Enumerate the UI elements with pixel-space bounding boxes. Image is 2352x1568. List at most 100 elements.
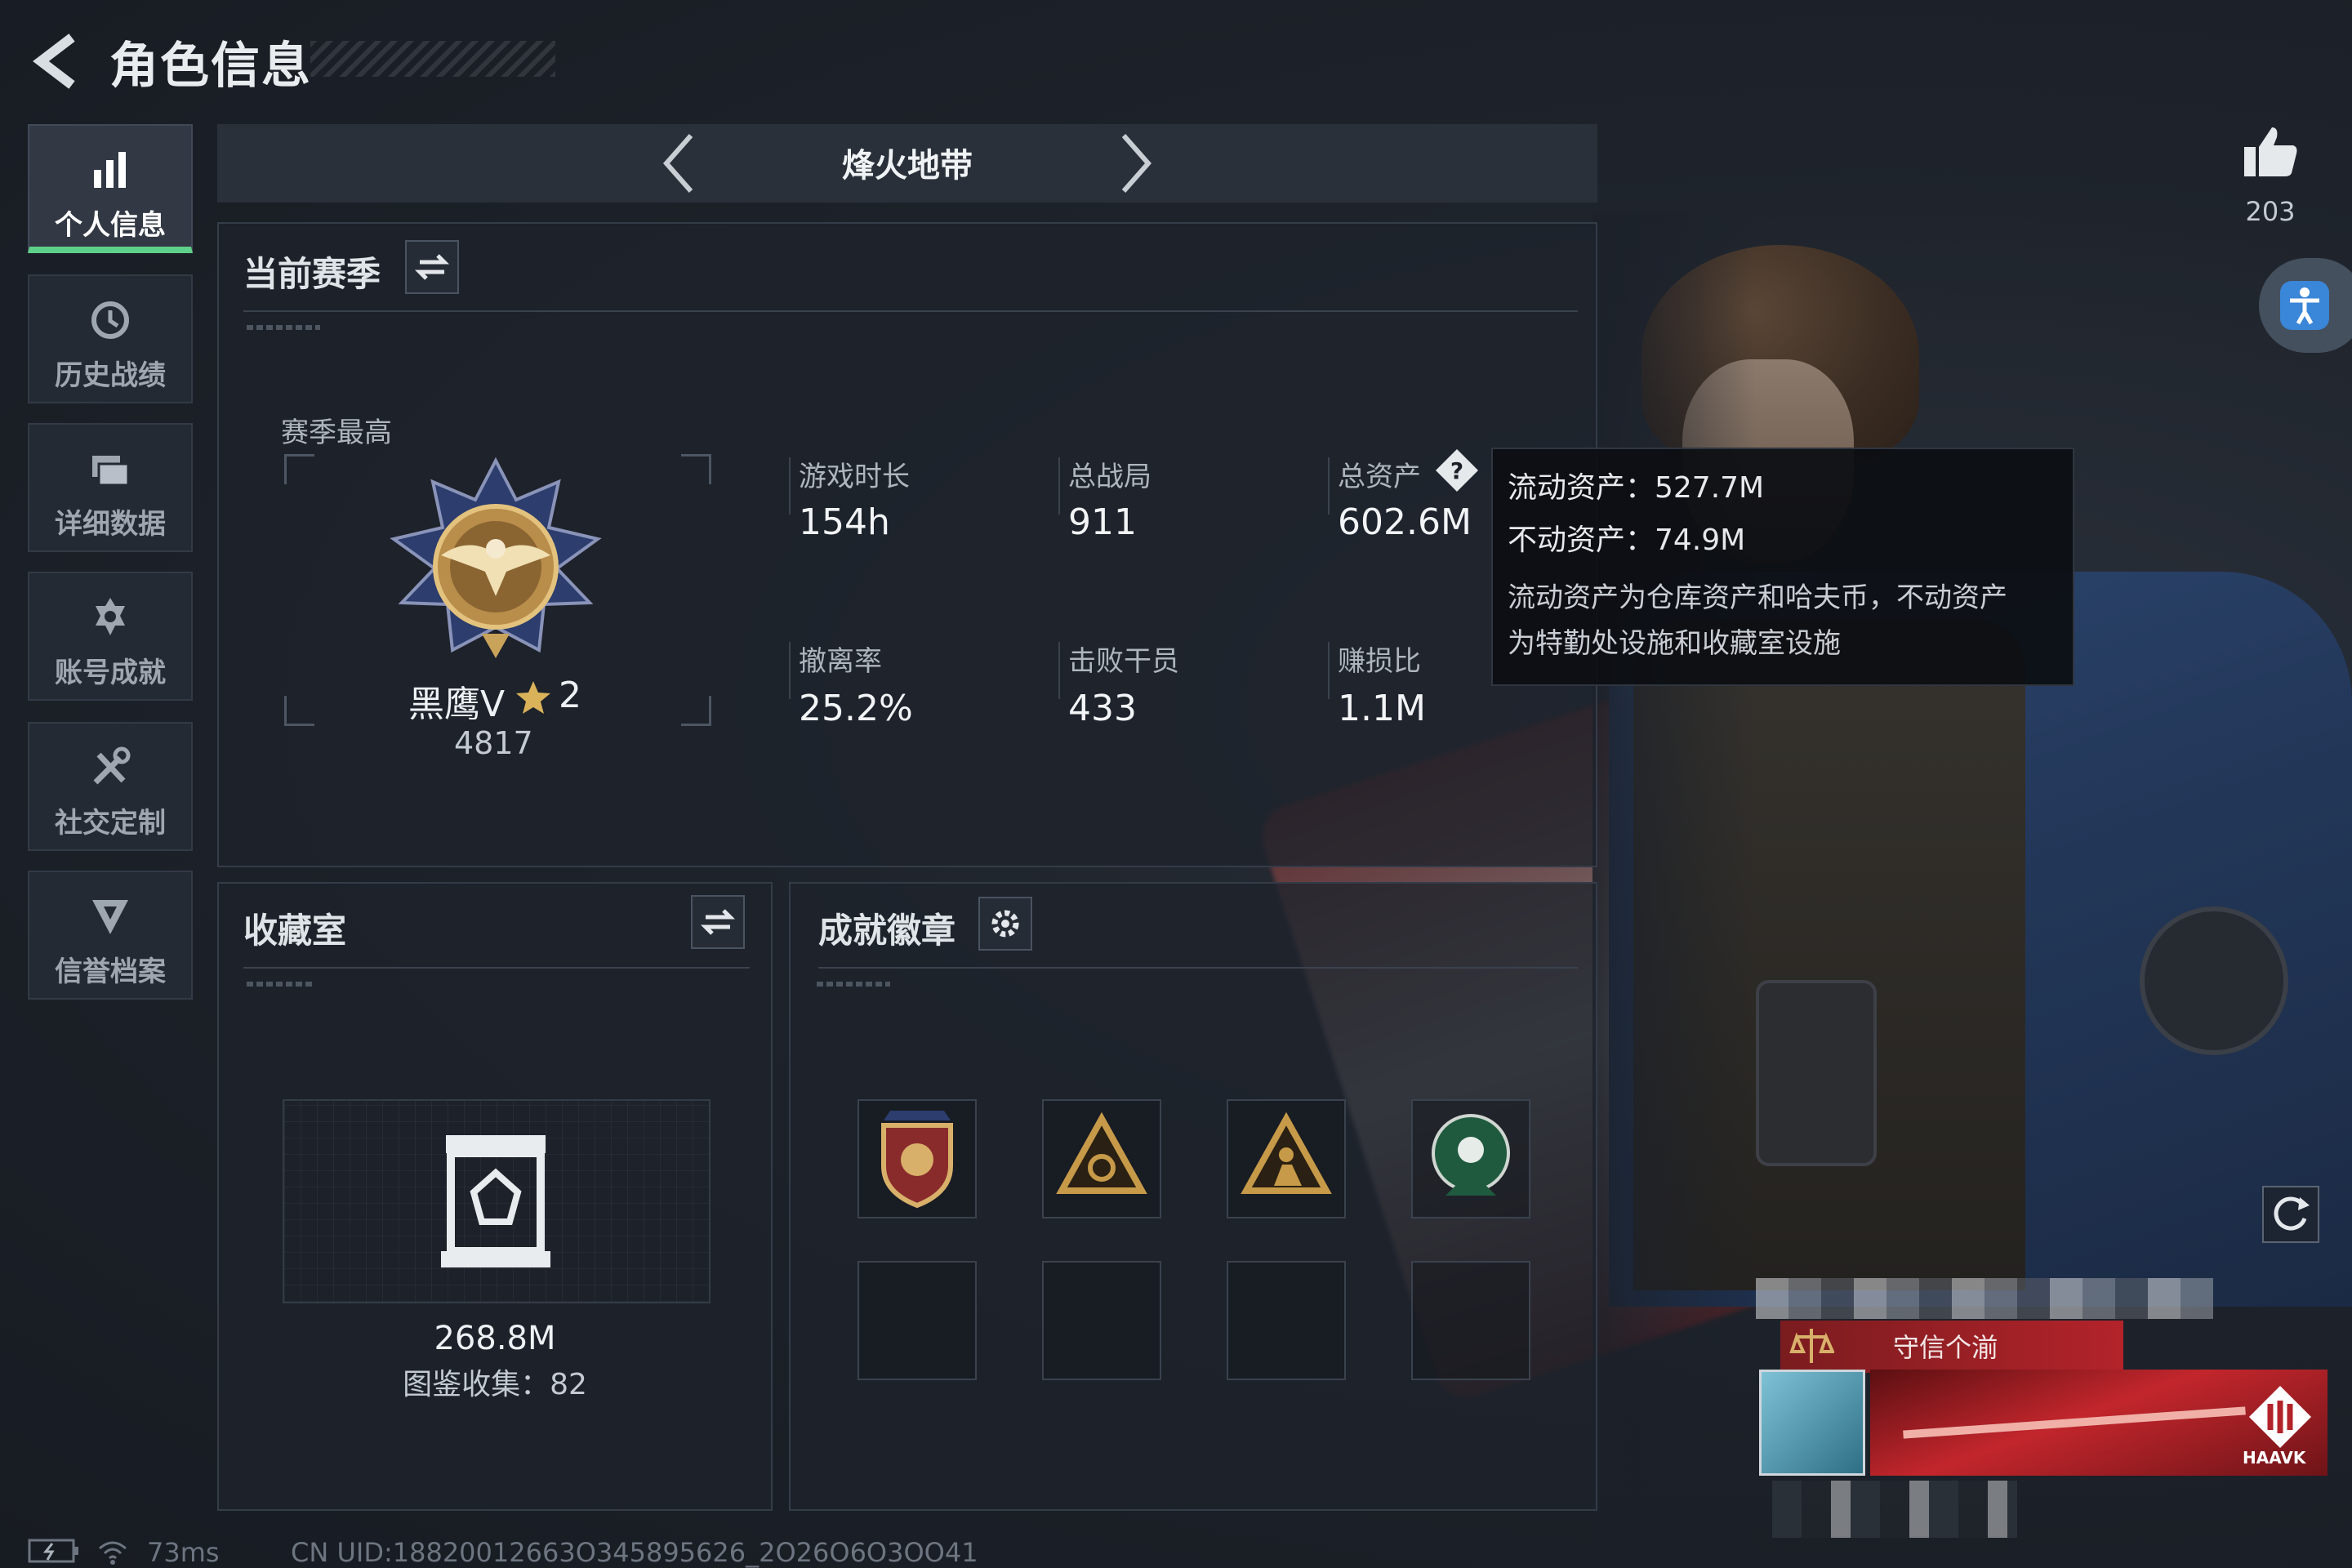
badge-slot-empty[interactable] [1042, 1261, 1161, 1380]
back-arrow-icon [33, 33, 75, 89]
frame-corner [284, 696, 314, 726]
sidebar-item-achievements[interactable]: 账号成就 [28, 572, 193, 701]
like-button[interactable] [2239, 121, 2301, 183]
decoration-dots [247, 325, 320, 330]
divider [789, 642, 791, 699]
gear-icon [991, 910, 1019, 938]
stat-value: 25.2% [799, 688, 913, 729]
mode-name: 烽火地带 [842, 147, 973, 185]
divider [789, 457, 791, 514]
stat-label: 击败干员 [1068, 645, 1179, 678]
sidebar-item-label: 详细数据 [55, 508, 166, 541]
sidebar-item-detail-data[interactable]: 详细数据 [28, 423, 193, 552]
sidebar-item-social[interactable]: 社交定制 [28, 722, 193, 851]
sidebar-item-label: 历史战绩 [55, 359, 166, 392]
frame-corner [681, 454, 711, 484]
divider [818, 967, 1578, 969]
achievement-icon [96, 598, 125, 635]
stat-value: 1.1M [1338, 688, 1426, 729]
star-icon [516, 681, 550, 714]
user-uid: CN UID:18820012663O345895626_2O26O6O3OO4… [291, 1537, 978, 1568]
tooltip-desc-line2: 为特勤处设施和收藏室设施 [1508, 627, 1841, 660]
stat-label: 总战局 [1068, 461, 1152, 493]
decoration-dots [817, 982, 890, 987]
rank-stars: 2 [559, 675, 581, 716]
season-panel-title: 当前赛季 [243, 254, 381, 294]
stat-value: 154h [799, 501, 890, 543]
tooltip-fixed-assets: 不动资产：74.9M [1508, 523, 1746, 557]
badges-title: 成就徽章 [818, 911, 956, 951]
season-best-label: 赛季最高 [281, 416, 392, 449]
chevron-right-icon [1121, 134, 1152, 193]
swap-icon [414, 254, 450, 280]
shield-emblem-icon [92, 900, 128, 934]
stat-label: 总资产 [1338, 461, 1421, 493]
back-button[interactable] [29, 33, 87, 90]
stat-label: 撤离率 [799, 645, 882, 678]
badge-slot[interactable] [858, 1099, 977, 1218]
next-mode-button[interactable] [1116, 131, 1156, 196]
eagle-shield-badge-icon [881, 1111, 953, 1209]
scale-icon [1789, 1329, 1834, 1363]
divider [243, 967, 750, 969]
sidebar-item-label: 信誉档案 [55, 956, 166, 988]
sidebar-item-history[interactable]: 历史战绩 [28, 274, 193, 403]
badges-settings-button[interactable] [978, 897, 1032, 951]
swap-icon [700, 909, 736, 935]
rank-name: 黑鹰V [408, 684, 506, 725]
battery-icon [28, 1539, 78, 1563]
badge-slot[interactable] [1227, 1099, 1346, 1218]
collection-catalog: 图鉴收集：82 [403, 1368, 587, 1401]
folder-stack-icon [92, 456, 130, 487]
tooltip-liquid-assets: 流动资产：527.7M [1508, 471, 1765, 505]
thumbs-up-icon [2244, 127, 2297, 176]
sidebar-item-personal-info[interactable]: 个人信息 [28, 124, 193, 253]
rotate-view-button[interactable] [2262, 1186, 2319, 1243]
sidebar-item-label: 社交定制 [55, 807, 166, 840]
sleeve-patch [2140, 906, 2288, 1055]
sidebar-item-label: 个人信息 [55, 209, 166, 242]
bar-chart-icon [94, 152, 126, 188]
badge-slot-empty[interactable] [1227, 1261, 1346, 1380]
green-skull-badge-icon [1432, 1114, 1510, 1196]
divider [243, 310, 1578, 312]
help-icon[interactable]: ? [1434, 448, 1480, 493]
badge-slot[interactable] [1042, 1099, 1161, 1218]
mosaic-strip [1772, 1481, 2017, 1538]
accessibility-button[interactable] [2259, 258, 2352, 353]
badge-slot[interactable] [1411, 1099, 1530, 1218]
mosaic-strip [1756, 1278, 2213, 1319]
svg-text:?: ? [1450, 457, 1463, 484]
divider [1058, 642, 1060, 699]
stat-label: 赚损比 [1338, 645, 1421, 678]
divider [1328, 457, 1330, 514]
frame-corner [284, 454, 314, 484]
wrench-tools-icon [93, 746, 131, 785]
collection-switch-button[interactable] [691, 895, 745, 949]
page-title: 角色信息 [109, 38, 312, 95]
nameplate-card[interactable]: 守信个湔 HAAVK [1756, 1278, 2352, 1568]
decoration-dots [247, 982, 315, 987]
radio-device [1756, 980, 1877, 1166]
gold-triangle-figure-badge-icon [1241, 1111, 1332, 1194]
sidebar-item-label: 账号成就 [55, 657, 166, 689]
season-switch-button[interactable] [405, 240, 459, 294]
badge-slot-empty[interactable] [858, 1261, 977, 1380]
gold-triangle-badge-icon [1056, 1111, 1147, 1194]
wifi-icon [99, 1541, 127, 1565]
sidebar-item-credit[interactable]: 信誉档案 [28, 871, 193, 1000]
rank-score: 4817 [454, 725, 533, 761]
avatar [1759, 1370, 1865, 1476]
collection-value: 268.8M [434, 1320, 556, 1357]
banner-blade [1903, 1406, 2246, 1439]
art-shade [1592, 212, 1756, 1568]
stat-value: 911 [1068, 501, 1137, 543]
weapon-banner: HAAVK [1870, 1370, 2328, 1476]
history-clock-icon [91, 301, 129, 339]
display-case-icon [441, 1135, 550, 1267]
refresh-icon [2274, 1196, 2310, 1231]
title-decoration [310, 41, 555, 77]
like-count: 203 [2245, 196, 2296, 227]
stat-value: 602.6M [1338, 501, 1472, 543]
badge-slot-empty[interactable] [1411, 1261, 1530, 1380]
